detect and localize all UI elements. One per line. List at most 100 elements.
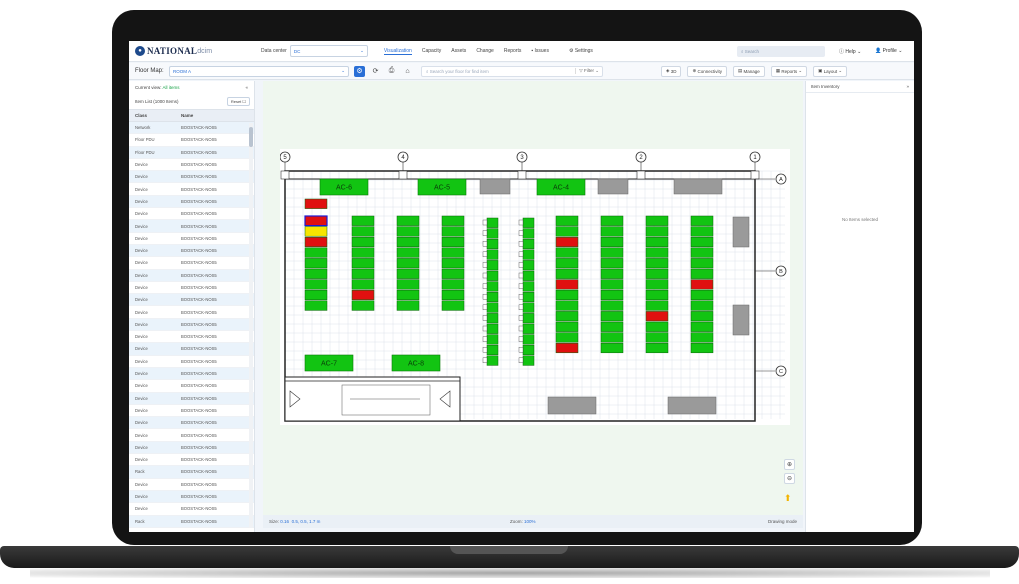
rack[interactable] <box>555 289 579 301</box>
table-row[interactable]: Device BOOSTACK-NOS5 <box>129 503 254 516</box>
rack[interactable] <box>600 247 624 258</box>
table-row[interactable]: Device BOOSTACK-NOS5 <box>129 417 254 430</box>
rack[interactable] <box>351 247 375 258</box>
rack[interactable] <box>600 236 624 248</box>
rack[interactable] <box>486 344 499 356</box>
help-button[interactable]: ⓘ Help ⌄ <box>839 48 861 55</box>
rack[interactable] <box>351 300 375 311</box>
room-select[interactable]: ROOM A ⌄ <box>169 65 349 77</box>
rack[interactable] <box>645 321 669 332</box>
rack[interactable] <box>304 268 328 279</box>
nav-reports[interactable]: Reports <box>504 48 522 55</box>
rack[interactable] <box>486 270 499 281</box>
rack[interactable] <box>441 289 465 301</box>
rack[interactable] <box>555 215 579 226</box>
equipment-block[interactable] <box>667 396 717 415</box>
nav-change[interactable]: Change <box>476 48 494 55</box>
rack[interactable] <box>690 247 714 258</box>
rack[interactable] <box>486 323 499 334</box>
print-icon[interactable]: ⎙ <box>386 66 397 77</box>
rack[interactable] <box>486 355 499 366</box>
rack[interactable] <box>522 344 535 356</box>
reports-button[interactable]: ▦ Reports ⌄ <box>770 65 808 77</box>
list-scrollbar[interactable] <box>249 123 253 528</box>
rack[interactable] <box>690 332 714 343</box>
rack[interactable] <box>522 228 535 239</box>
rack[interactable] <box>600 332 624 343</box>
rack[interactable] <box>522 355 535 366</box>
layout-button[interactable]: ▣ Layout ⌄ <box>813 65 848 77</box>
rack[interactable] <box>522 249 535 260</box>
table-row[interactable]: Device BOOSTACK-NOS5 <box>129 405 254 418</box>
rack[interactable] <box>396 236 420 248</box>
table-row[interactable]: Floor PDU BOOSTACK-NOS5 <box>129 146 254 159</box>
rack[interactable] <box>645 311 669 322</box>
nav-capacity[interactable]: Capacity <box>422 48 441 55</box>
filter-button[interactable]: ▽ Filter ⌄ <box>575 67 599 74</box>
rack[interactable] <box>522 217 535 228</box>
rack[interactable] <box>486 249 499 260</box>
table-row[interactable]: Device BOOSTACK-NOS5 <box>129 392 254 405</box>
rack[interactable] <box>396 258 420 269</box>
rack[interactable] <box>645 279 669 290</box>
table-row[interactable]: Device BOOSTACK-NOS5 <box>129 171 254 184</box>
rack[interactable] <box>600 226 624 237</box>
table-row[interactable]: Device BOOSTACK-NOS5 <box>129 244 254 258</box>
rack[interactable] <box>645 268 669 279</box>
table-row[interactable]: Device BOOSTACK-NOS5 <box>129 479 254 491</box>
rack[interactable] <box>522 313 535 324</box>
table-row[interactable]: Device BOOSTACK-NOS5 <box>129 356 254 368</box>
table-row[interactable]: Device BOOSTACK-NOS5 <box>129 233 254 245</box>
reset-button[interactable]: Reset ☐ <box>226 97 250 106</box>
table-row[interactable]: Device BOOSTACK-NOS5 <box>129 220 254 233</box>
rack[interactable] <box>304 289 328 301</box>
rack[interactable] <box>645 236 669 248</box>
table-row[interactable]: Device BOOSTACK-NOS5 <box>129 441 254 455</box>
rack[interactable] <box>600 342 624 354</box>
home-icon[interactable]: ⌂ <box>402 66 413 77</box>
equipment-block[interactable] <box>732 304 750 336</box>
rack[interactable] <box>600 311 624 322</box>
rack[interactable] <box>441 300 465 311</box>
rack[interactable] <box>555 236 579 248</box>
rack[interactable] <box>486 334 499 345</box>
table-row[interactable]: Device BOOSTACK-NOS5 <box>129 257 254 270</box>
rack[interactable] <box>351 215 375 226</box>
rack[interactable] <box>555 321 579 332</box>
expand-icon[interactable]: » <box>906 84 909 89</box>
rack[interactable] <box>600 300 624 311</box>
rack[interactable] <box>441 215 465 226</box>
equipment-block[interactable] <box>673 178 723 195</box>
rack[interactable] <box>351 226 375 237</box>
rack[interactable] <box>351 258 375 269</box>
rack[interactable] <box>486 228 499 239</box>
rack[interactable] <box>645 289 669 301</box>
rack[interactable] <box>522 238 535 250</box>
rack[interactable] <box>304 215 328 227</box>
rack[interactable] <box>522 302 535 313</box>
rack[interactable] <box>396 300 420 311</box>
nav-settings[interactable]: ⚙ Settings <box>569 48 603 55</box>
rack[interactable] <box>600 258 624 269</box>
rack[interactable] <box>555 332 579 343</box>
table-row[interactable]: Device BOOSTACK-NOS5 <box>129 331 254 344</box>
equipment-block[interactable] <box>479 178 511 195</box>
rack[interactable] <box>645 332 669 343</box>
global-search-input[interactable]: ⌕ Search <box>737 46 825 57</box>
rack[interactable] <box>441 268 465 279</box>
equipment-block[interactable] <box>597 178 629 195</box>
table-row[interactable]: Network BOOSTACK-NOS5 <box>129 122 254 135</box>
rack[interactable] <box>555 258 579 269</box>
rack[interactable] <box>441 279 465 290</box>
rack[interactable] <box>304 226 328 237</box>
table-row[interactable]: Device BOOSTACK-NOS5 <box>129 282 254 295</box>
rack[interactable] <box>600 215 624 226</box>
rack[interactable] <box>351 236 375 248</box>
rack[interactable] <box>690 311 714 322</box>
rack[interactable] <box>555 342 579 354</box>
rack[interactable] <box>441 236 465 248</box>
rack[interactable] <box>441 226 465 237</box>
rack[interactable] <box>486 281 499 292</box>
table-row[interactable]: Device BOOSTACK-NOS5 <box>129 208 254 221</box>
nav-assets[interactable]: Assets <box>451 48 466 55</box>
